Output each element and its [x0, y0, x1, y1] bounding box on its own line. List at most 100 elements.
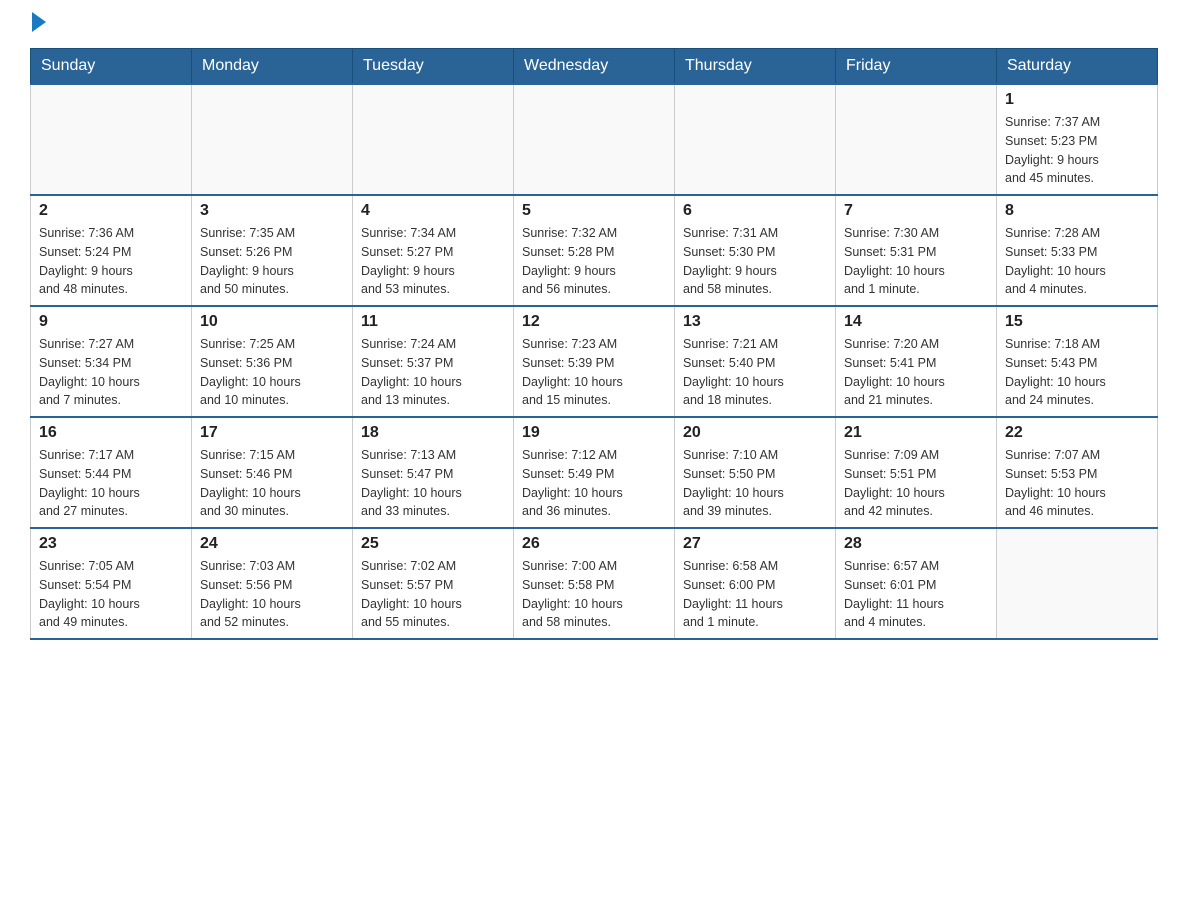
calendar-cell: 20 Sunrise: 7:10 AM Sunset: 5:50 PM Dayli… — [675, 417, 836, 528]
day-number: 18 — [361, 424, 505, 442]
day-info: Sunrise: 7:12 AM Sunset: 5:49 PM Dayligh… — [522, 446, 666, 521]
day-info: Sunrise: 7:24 AM Sunset: 5:37 PM Dayligh… — [361, 335, 505, 410]
day-number: 7 — [844, 202, 988, 220]
day-info: Sunrise: 7:28 AM Sunset: 5:33 PM Dayligh… — [1005, 224, 1149, 299]
day-info: Sunrise: 7:10 AM Sunset: 5:50 PM Dayligh… — [683, 446, 827, 521]
calendar-cell — [997, 528, 1158, 639]
day-info: Sunrise: 7:36 AM Sunset: 5:24 PM Dayligh… — [39, 224, 183, 299]
day-info: Sunrise: 7:23 AM Sunset: 5:39 PM Dayligh… — [522, 335, 666, 410]
day-number: 28 — [844, 535, 988, 553]
day-of-week-header: Monday — [192, 49, 353, 85]
day-number: 12 — [522, 313, 666, 331]
calendar-cell: 19 Sunrise: 7:12 AM Sunset: 5:49 PM Dayli… — [514, 417, 675, 528]
day-number: 4 — [361, 202, 505, 220]
calendar-cell: 14 Sunrise: 7:20 AM Sunset: 5:41 PM Dayli… — [836, 306, 997, 417]
calendar-cell: 24 Sunrise: 7:03 AM Sunset: 5:56 PM Dayli… — [192, 528, 353, 639]
day-number: 8 — [1005, 202, 1149, 220]
day-of-week-header: Friday — [836, 49, 997, 85]
day-number: 10 — [200, 313, 344, 331]
calendar-cell: 8 Sunrise: 7:28 AM Sunset: 5:33 PM Daylig… — [997, 195, 1158, 306]
calendar-header-row: SundayMondayTuesdayWednesdayThursdayFrid… — [31, 49, 1158, 85]
calendar-cell — [31, 84, 192, 195]
calendar-cell — [675, 84, 836, 195]
calendar-cell: 13 Sunrise: 7:21 AM Sunset: 5:40 PM Dayli… — [675, 306, 836, 417]
day-number: 14 — [844, 313, 988, 331]
logo-arrow-icon — [32, 12, 46, 32]
calendar-cell: 23 Sunrise: 7:05 AM Sunset: 5:54 PM Dayli… — [31, 528, 192, 639]
day-number: 11 — [361, 313, 505, 331]
day-info: Sunrise: 6:58 AM Sunset: 6:00 PM Dayligh… — [683, 557, 827, 632]
day-info: Sunrise: 7:00 AM Sunset: 5:58 PM Dayligh… — [522, 557, 666, 632]
day-number: 20 — [683, 424, 827, 442]
calendar-cell: 6Sunrise: 7:31 AM Sunset: 5:30 PM Daylig… — [675, 195, 836, 306]
day-of-week-header: Tuesday — [353, 49, 514, 85]
day-number: 25 — [361, 535, 505, 553]
day-number: 9 — [39, 313, 183, 331]
calendar-cell: 5 Sunrise: 7:32 AM Sunset: 5:28 PM Daylig… — [514, 195, 675, 306]
calendar-cell: 2Sunrise: 7:36 AM Sunset: 5:24 PM Daylig… — [31, 195, 192, 306]
calendar-cell: 3 Sunrise: 7:35 AM Sunset: 5:26 PM Daylig… — [192, 195, 353, 306]
calendar-week-row: 9Sunrise: 7:27 AM Sunset: 5:34 PM Daylig… — [31, 306, 1158, 417]
day-info: Sunrise: 7:25 AM Sunset: 5:36 PM Dayligh… — [200, 335, 344, 410]
day-info: Sunrise: 7:15 AM Sunset: 5:46 PM Dayligh… — [200, 446, 344, 521]
day-info: Sunrise: 7:09 AM Sunset: 5:51 PM Dayligh… — [844, 446, 988, 521]
day-info: Sunrise: 7:03 AM Sunset: 5:56 PM Dayligh… — [200, 557, 344, 632]
day-info: Sunrise: 7:35 AM Sunset: 5:26 PM Dayligh… — [200, 224, 344, 299]
day-info: Sunrise: 7:21 AM Sunset: 5:40 PM Dayligh… — [683, 335, 827, 410]
calendar-cell: 12 Sunrise: 7:23 AM Sunset: 5:39 PM Dayli… — [514, 306, 675, 417]
calendar-cell: 21 Sunrise: 7:09 AM Sunset: 5:51 PM Dayli… — [836, 417, 997, 528]
calendar-cell: 27 Sunrise: 6:58 AM Sunset: 6:00 PM Dayli… — [675, 528, 836, 639]
day-number: 27 — [683, 535, 827, 553]
day-number: 3 — [200, 202, 344, 220]
calendar-cell — [836, 84, 997, 195]
calendar-cell: 1Sunrise: 7:37 AM Sunset: 5:23 PM Daylig… — [997, 84, 1158, 195]
day-info: Sunrise: 7:02 AM Sunset: 5:57 PM Dayligh… — [361, 557, 505, 632]
day-of-week-header: Thursday — [675, 49, 836, 85]
day-number: 17 — [200, 424, 344, 442]
calendar-cell: 9Sunrise: 7:27 AM Sunset: 5:34 PM Daylig… — [31, 306, 192, 417]
day-info: Sunrise: 7:34 AM Sunset: 5:27 PM Dayligh… — [361, 224, 505, 299]
day-number: 21 — [844, 424, 988, 442]
day-number: 23 — [39, 535, 183, 553]
calendar-cell — [353, 84, 514, 195]
calendar-table: SundayMondayTuesdayWednesdayThursdayFrid… — [30, 48, 1158, 640]
calendar-cell: 11 Sunrise: 7:24 AM Sunset: 5:37 PM Dayli… — [353, 306, 514, 417]
day-of-week-header: Saturday — [997, 49, 1158, 85]
day-number: 26 — [522, 535, 666, 553]
calendar-cell: 28 Sunrise: 6:57 AM Sunset: 6:01 PM Dayli… — [836, 528, 997, 639]
calendar-week-row: 1Sunrise: 7:37 AM Sunset: 5:23 PM Daylig… — [31, 84, 1158, 195]
calendar-cell: 10 Sunrise: 7:25 AM Sunset: 5:36 PM Dayli… — [192, 306, 353, 417]
day-number: 16 — [39, 424, 183, 442]
day-number: 22 — [1005, 424, 1149, 442]
day-info: Sunrise: 7:32 AM Sunset: 5:28 PM Dayligh… — [522, 224, 666, 299]
day-info: Sunrise: 7:30 AM Sunset: 5:31 PM Dayligh… — [844, 224, 988, 299]
day-info: Sunrise: 6:57 AM Sunset: 6:01 PM Dayligh… — [844, 557, 988, 632]
day-number: 5 — [522, 202, 666, 220]
calendar-cell — [514, 84, 675, 195]
calendar-cell: 17 Sunrise: 7:15 AM Sunset: 5:46 PM Dayli… — [192, 417, 353, 528]
calendar-week-row: 2Sunrise: 7:36 AM Sunset: 5:24 PM Daylig… — [31, 195, 1158, 306]
calendar-cell: 4 Sunrise: 7:34 AM Sunset: 5:27 PM Daylig… — [353, 195, 514, 306]
day-of-week-header: Wednesday — [514, 49, 675, 85]
day-number: 24 — [200, 535, 344, 553]
calendar-cell: 18 Sunrise: 7:13 AM Sunset: 5:47 PM Dayli… — [353, 417, 514, 528]
calendar-cell: 25 Sunrise: 7:02 AM Sunset: 5:57 PM Dayli… — [353, 528, 514, 639]
calendar-cell: 22 Sunrise: 7:07 AM Sunset: 5:53 PM Dayli… — [997, 417, 1158, 528]
logo — [30, 20, 46, 28]
calendar-cell: 26 Sunrise: 7:00 AM Sunset: 5:58 PM Dayli… — [514, 528, 675, 639]
day-number: 19 — [522, 424, 666, 442]
day-number: 15 — [1005, 313, 1149, 331]
calendar-cell — [192, 84, 353, 195]
day-info: Sunrise: 7:05 AM Sunset: 5:54 PM Dayligh… — [39, 557, 183, 632]
day-info: Sunrise: 7:17 AM Sunset: 5:44 PM Dayligh… — [39, 446, 183, 521]
calendar-week-row: 16 Sunrise: 7:17 AM Sunset: 5:44 PM Dayli… — [31, 417, 1158, 528]
day-info: Sunrise: 7:20 AM Sunset: 5:41 PM Dayligh… — [844, 335, 988, 410]
calendar-cell: 15Sunrise: 7:18 AM Sunset: 5:43 PM Dayli… — [997, 306, 1158, 417]
day-info: Sunrise: 7:13 AM Sunset: 5:47 PM Dayligh… — [361, 446, 505, 521]
day-number: 13 — [683, 313, 827, 331]
page-header — [30, 20, 1158, 28]
calendar-cell: 16 Sunrise: 7:17 AM Sunset: 5:44 PM Dayli… — [31, 417, 192, 528]
calendar-cell: 7 Sunrise: 7:30 AM Sunset: 5:31 PM Daylig… — [836, 195, 997, 306]
day-info: Sunrise: 7:07 AM Sunset: 5:53 PM Dayligh… — [1005, 446, 1149, 521]
day-of-week-header: Sunday — [31, 49, 192, 85]
